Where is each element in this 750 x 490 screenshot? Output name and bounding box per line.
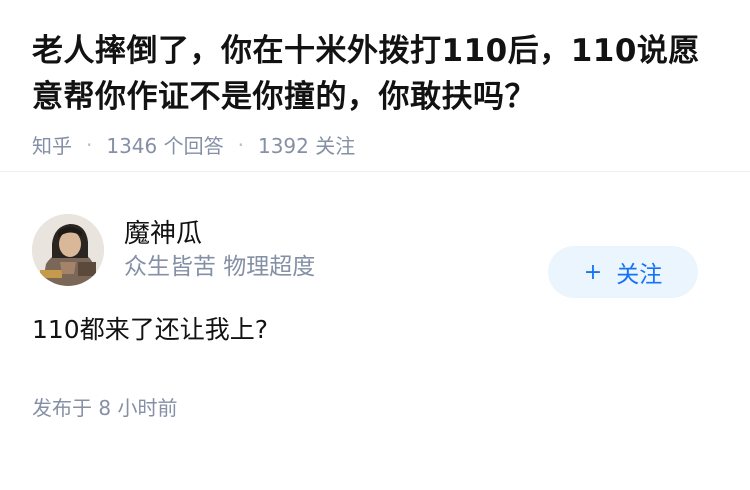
answer-count[interactable]: 1346 个回答 xyxy=(106,130,223,159)
meta-separator-dot: · xyxy=(86,132,93,157)
author-info: 魔神瓜 众生皆苦 物理超度 xyxy=(124,217,315,283)
author-name[interactable]: 魔神瓜 xyxy=(124,217,315,251)
question-header: 老人摔倒了，你在十米外拨打110后，110说愿意帮你作证不是你撞的，你敢扶吗？ … xyxy=(0,0,750,172)
answer-content[interactable]: 110都来了还让我上? xyxy=(32,310,718,350)
avatar[interactable] xyxy=(32,214,104,286)
follow-button-label: 关注 xyxy=(616,262,663,288)
follower-count[interactable]: 1392 关注 xyxy=(258,130,355,159)
follow-button[interactable]: + 关注 xyxy=(548,246,698,298)
source-label[interactable]: 知乎 xyxy=(32,130,72,159)
question-title[interactable]: 老人摔倒了，你在十米外拨打110后，110说愿意帮你作证不是你撞的，你敢扶吗？ xyxy=(32,28,718,120)
author-bio: 众生皆苦 物理超度 xyxy=(124,254,316,280)
question-meta: 知乎 · 1346 个回答 · 1392 关注 xyxy=(32,130,718,159)
meta-separator-dot: · xyxy=(237,132,244,157)
answer-card: 魔神瓜 众生皆苦 物理超度 + 关注 110都来了还让我上? 发布于 8 小时前 xyxy=(0,198,750,421)
avatar-image xyxy=(32,214,104,286)
publish-time: 发布于 8 小时前 xyxy=(32,396,178,420)
plus-icon: + xyxy=(583,259,603,285)
